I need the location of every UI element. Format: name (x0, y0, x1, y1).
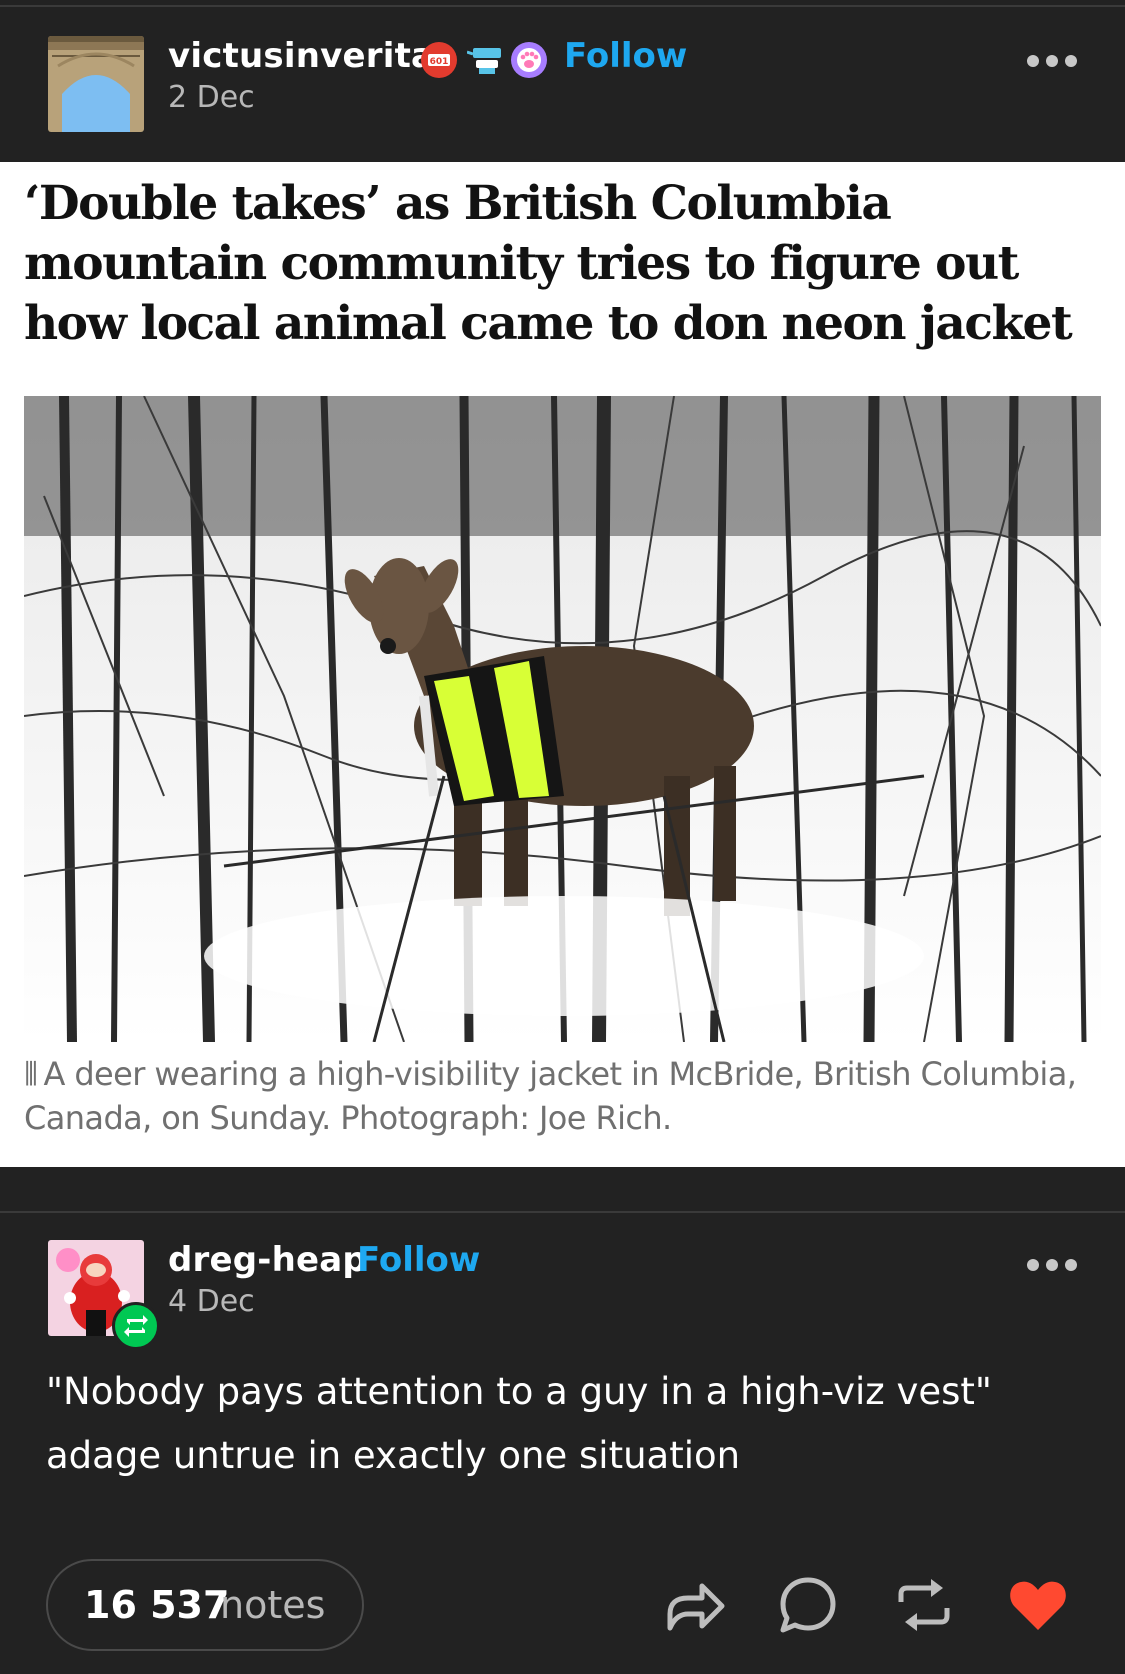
stamp-badge-icon[interactable]: 601 (421, 42, 457, 78)
robot-badge-icon[interactable] (466, 42, 503, 78)
share-icon[interactable] (662, 1572, 728, 1638)
reblog-username[interactable]: dreg-heap (168, 1240, 367, 1280)
reblog-header: dreg-heap 4 Dec Follow (0, 1222, 1125, 1336)
top-divider (0, 5, 1125, 7)
like-icon[interactable] (1005, 1572, 1071, 1638)
notes-button[interactable]: 16 537 notes (46, 1559, 364, 1651)
reblog-badge-icon (112, 1302, 160, 1350)
post-header: victusinveritas 2 Dec 601 Follow (0, 20, 1125, 132)
reblog-date[interactable]: 4 Dec (168, 1284, 255, 1319)
reblog-icon[interactable] (891, 1572, 957, 1638)
caption-mark: ⦀ (24, 1055, 38, 1093)
photo-caption: ⦀ A deer wearing a high-visibility jacket… (24, 1052, 1084, 1140)
comment-icon[interactable] (775, 1572, 841, 1638)
avatar[interactable] (48, 36, 144, 132)
follow-button[interactable]: Follow (564, 36, 687, 76)
article-headline: ‘Double takes’ as British Columbia mount… (24, 176, 1073, 351)
article-card: ‘Double takes’ as British Columbia mount… (0, 162, 1125, 1167)
post-date[interactable]: 2 Dec (168, 80, 255, 115)
article-photo[interactable] (24, 396, 1101, 1042)
notes-label: notes (220, 1583, 326, 1627)
section-divider (0, 1211, 1125, 1213)
reblog-more-options-icon[interactable] (1027, 1256, 1087, 1276)
reblog-follow-button[interactable]: Follow (357, 1240, 480, 1280)
post-username[interactable]: victusinveritas (168, 36, 455, 76)
more-options-icon[interactable] (1027, 52, 1087, 72)
badge-text: 601 (430, 57, 449, 67)
reblog-body-text: "Nobody pays attention to a guy in a hig… (46, 1370, 992, 1477)
deer-photo-image (24, 396, 1101, 1042)
arch-avatar-image (48, 36, 144, 132)
notes-count: 16 537 (84, 1583, 230, 1627)
paw-badge-icon[interactable] (511, 42, 547, 78)
caption-text: A deer wearing a high-visibility jacket … (24, 1055, 1077, 1137)
